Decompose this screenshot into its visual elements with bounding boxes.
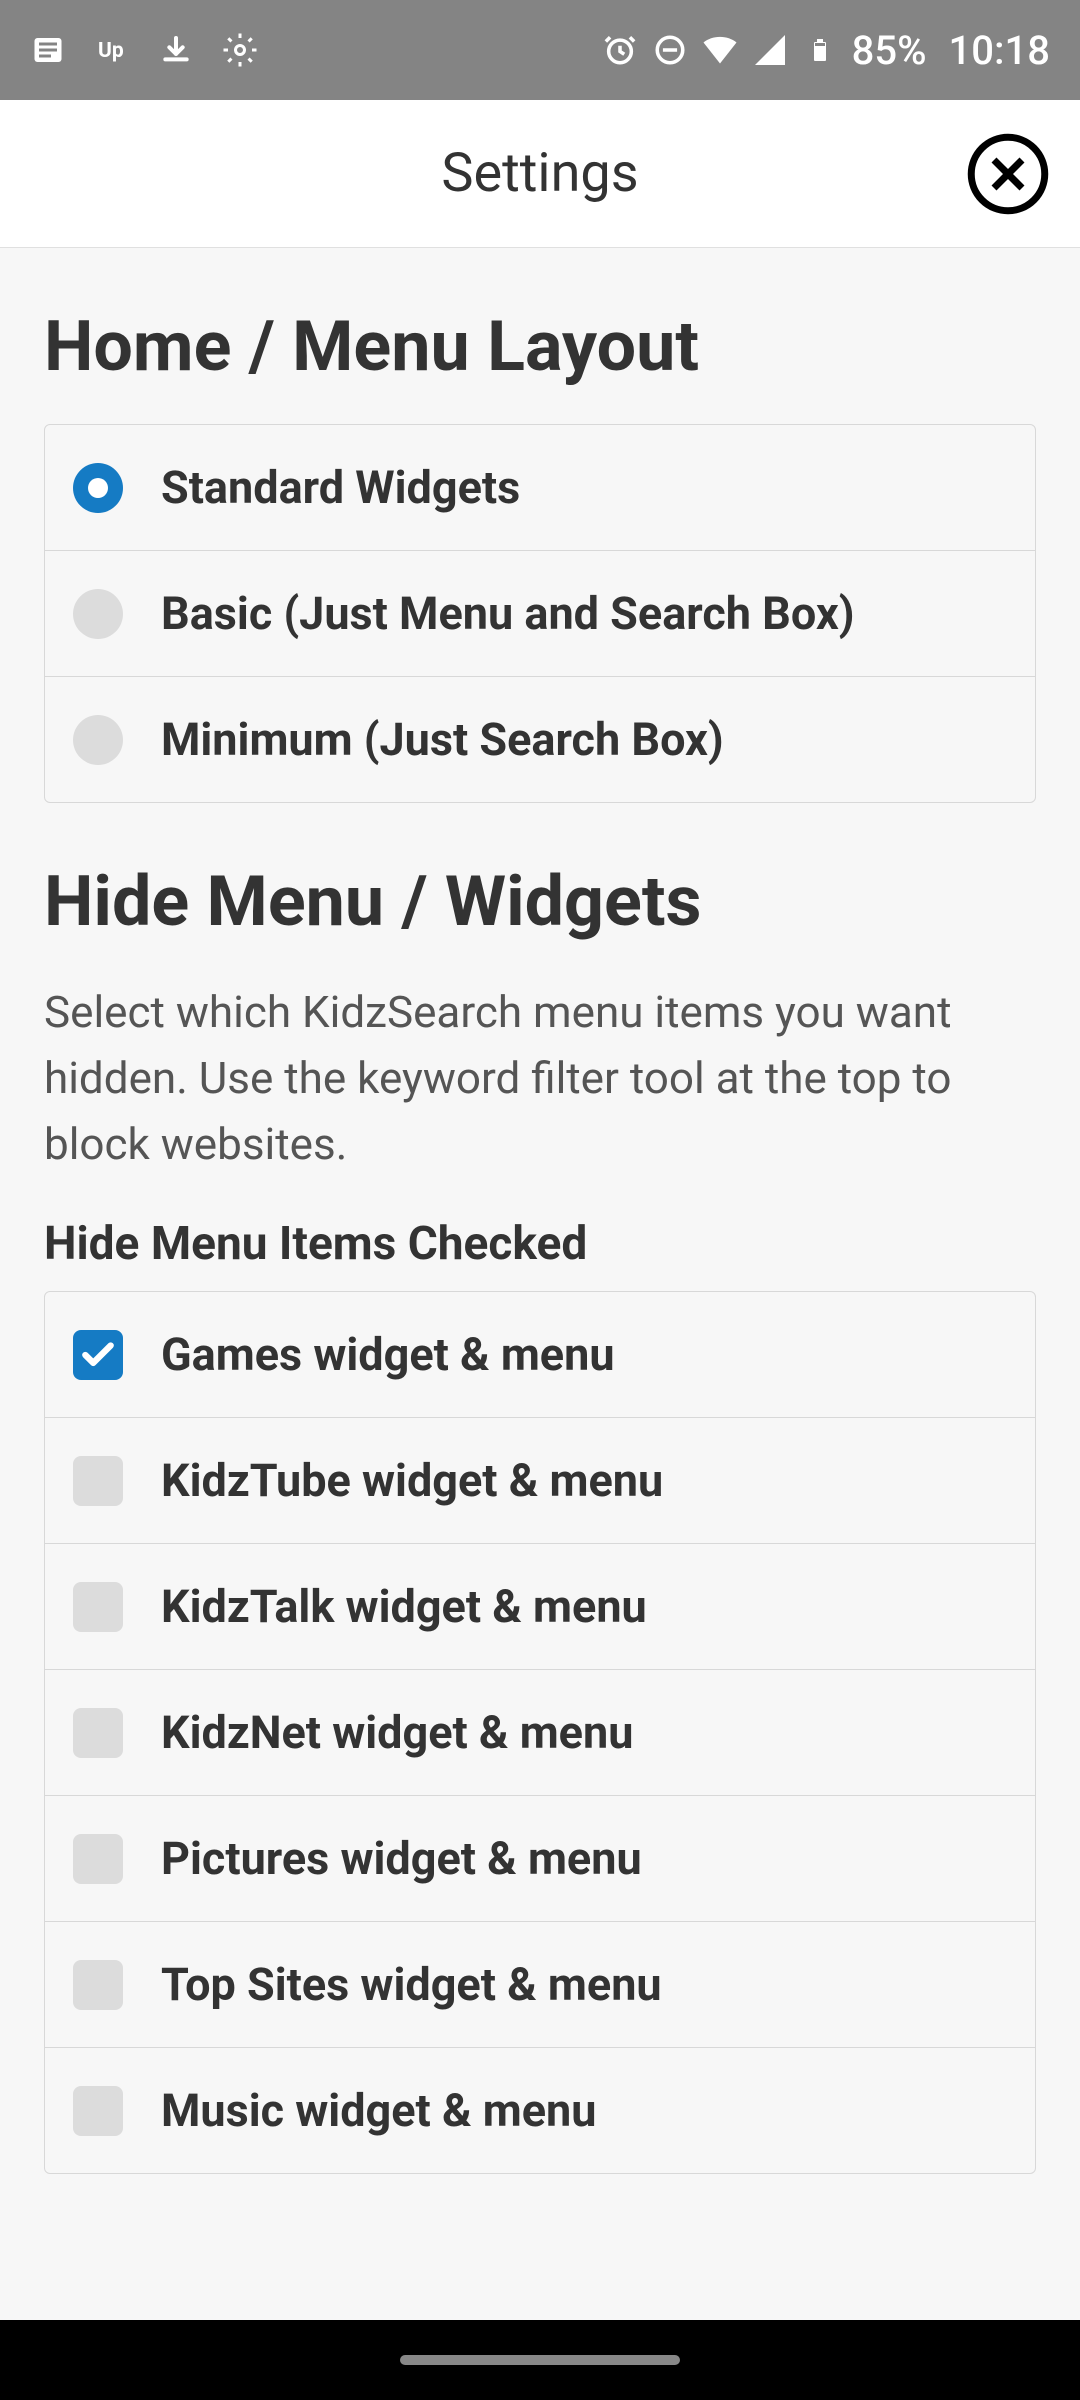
checkbox-icon xyxy=(73,1834,123,1884)
page-title: Settings xyxy=(441,142,638,205)
radio-basic[interactable]: Basic (Just Menu and Search Box) xyxy=(45,551,1035,677)
close-button[interactable] xyxy=(966,132,1050,216)
battery-icon xyxy=(802,32,838,68)
checkbox-topsites[interactable]: Top Sites widget & menu xyxy=(45,1922,1035,2048)
dnd-icon xyxy=(652,32,688,68)
checkbox-icon xyxy=(73,1960,123,2010)
status-left: Up xyxy=(30,32,258,68)
time-text: 10:18 xyxy=(949,27,1050,74)
content: Home / Menu Layout Standard Widgets Basi… xyxy=(0,248,1080,2320)
header: Settings xyxy=(0,100,1080,248)
battery-text: 85% xyxy=(852,27,927,74)
wifi-icon xyxy=(702,32,738,68)
signal-icon xyxy=(752,32,788,68)
svg-text:Up: Up xyxy=(98,39,124,63)
checkbox-kidztalk[interactable]: KidzTalk widget & menu xyxy=(45,1544,1035,1670)
option-label: Top Sites widget & menu xyxy=(161,1958,662,2011)
option-label: Games widget & menu xyxy=(161,1328,615,1381)
upwork-icon: Up xyxy=(94,32,130,68)
checkbox-icon xyxy=(73,1582,123,1632)
checkbox-kidznet[interactable]: KidzNet widget & menu xyxy=(45,1670,1035,1796)
status-bar: Up 85% 10:18 xyxy=(0,0,1080,100)
option-label: Pictures widget & menu xyxy=(161,1832,642,1885)
checkbox-games[interactable]: Games widget & menu xyxy=(45,1292,1035,1418)
option-label: Basic (Just Menu and Search Box) xyxy=(161,587,855,640)
checkbox-music[interactable]: Music widget & menu xyxy=(45,2048,1035,2173)
home-indicator[interactable] xyxy=(400,2355,680,2365)
status-right: 85% 10:18 xyxy=(602,27,1050,74)
radio-icon xyxy=(73,715,123,765)
option-label: KidzTube widget & menu xyxy=(161,1454,663,1507)
alarm-icon xyxy=(602,32,638,68)
section-title-layout: Home / Menu Layout xyxy=(44,306,1036,388)
option-label: Minimum (Just Search Box) xyxy=(161,713,724,766)
option-label: Music widget & menu xyxy=(161,2084,596,2137)
gear-icon xyxy=(222,32,258,68)
radio-minimum[interactable]: Minimum (Just Search Box) xyxy=(45,677,1035,802)
checkbox-icon xyxy=(73,1330,123,1380)
option-label: KidzTalk widget & menu xyxy=(161,1580,647,1633)
radio-standard-widgets[interactable]: Standard Widgets xyxy=(45,425,1035,551)
hide-options: Games widget & menu KidzTube widget & me… xyxy=(44,1291,1036,2174)
radio-icon xyxy=(73,463,123,513)
checkbox-icon xyxy=(73,1456,123,1506)
notification-icon xyxy=(30,32,66,68)
option-label: KidzNet widget & menu xyxy=(161,1706,633,1759)
checkbox-kidztube[interactable]: KidzTube widget & menu xyxy=(45,1418,1035,1544)
nav-bar xyxy=(0,2320,1080,2400)
checkbox-icon xyxy=(73,1708,123,1758)
option-label: Standard Widgets xyxy=(161,461,520,514)
checkbox-icon xyxy=(73,2086,123,2136)
layout-options: Standard Widgets Basic (Just Menu and Se… xyxy=(44,424,1036,803)
checkbox-pictures[interactable]: Pictures widget & menu xyxy=(45,1796,1035,1922)
section-title-hide: Hide Menu / Widgets xyxy=(44,861,1036,943)
hide-subtitle: Hide Menu Items Checked xyxy=(44,1217,1036,1271)
download-icon xyxy=(158,32,194,68)
radio-icon xyxy=(73,589,123,639)
section-description: Select which KidzSearch menu items you w… xyxy=(44,979,1036,1177)
